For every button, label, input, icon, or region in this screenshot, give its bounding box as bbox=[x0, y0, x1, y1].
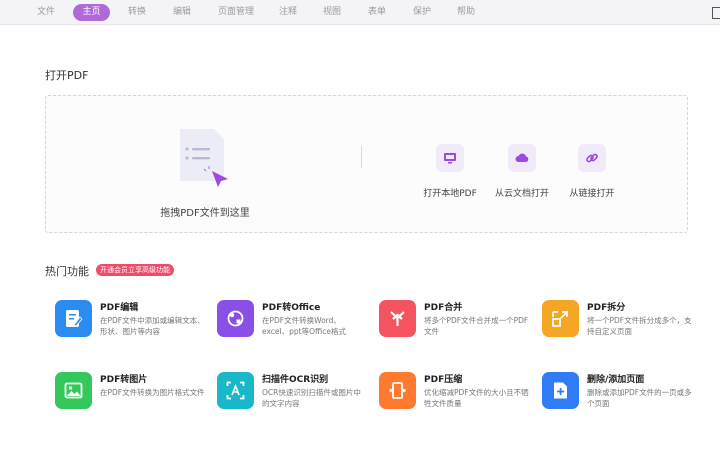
open-link-button[interactable]: 从链接打开 bbox=[555, 144, 629, 199]
monitor-icon bbox=[436, 144, 464, 172]
cloud-icon bbox=[508, 144, 536, 172]
link-icon bbox=[578, 144, 606, 172]
feature-delete-add-page[interactable]: 删除/添加页面 删除或添加PDF文件的一页或多个页面 bbox=[542, 372, 697, 416]
open-cloud-label: 从云文档打开 bbox=[494, 189, 549, 199]
open-local-label: 打开本地PDF bbox=[423, 189, 477, 199]
feature-pdf-split[interactable]: PDF拆分 将一个PDF文件拆分成多个，支持自定义页面 bbox=[542, 300, 697, 344]
vip-badge[interactable]: 开通会员立享高级功能 bbox=[96, 264, 174, 276]
feature-desc: 在PDF文件转换为图片格式文件 bbox=[100, 388, 205, 397]
divider bbox=[361, 146, 362, 168]
open-cloud-button[interactable]: 从云文档打开 bbox=[485, 144, 559, 199]
menu-page-manage[interactable]: 页面管理 bbox=[213, 4, 259, 21]
edit-doc-icon bbox=[55, 300, 92, 337]
feature-ocr[interactable]: 扫描件OCR识别 OCR快速识别扫描件或图片中的文字内容 bbox=[217, 372, 372, 416]
menu-protect[interactable]: 保护 bbox=[406, 4, 438, 21]
open-local-button[interactable]: 打开本地PDF bbox=[413, 144, 487, 199]
feature-title: PDF合并 bbox=[424, 303, 463, 313]
feature-pdf-edit[interactable]: PDF编辑 在PDF文件中添加或编辑文本、形状、图片等内容 bbox=[55, 300, 210, 344]
feature-desc: 在PDF文件中添加或编辑文本、形状、图片等内容 bbox=[100, 316, 205, 336]
merge-icon bbox=[379, 300, 416, 337]
open-pdf-title: 打开PDF bbox=[45, 69, 89, 82]
menu-edit[interactable]: 编辑 bbox=[166, 4, 198, 21]
hot-features-title: 热门功能 bbox=[45, 265, 89, 278]
menu-convert[interactable]: 转换 bbox=[121, 4, 153, 21]
feature-desc: OCR快速识别扫描件或图片中的文字内容 bbox=[262, 388, 361, 408]
feature-title: PDF拆分 bbox=[587, 303, 626, 313]
feature-desc: 优化缩减PDF文件的大小且不牺牲文件质量 bbox=[424, 388, 529, 408]
feature-pdf-to-office[interactable]: PDF转Office 在PDF文件转换Word、excel、ppt等Office… bbox=[217, 300, 372, 344]
menu-home[interactable]: 主页 bbox=[73, 4, 110, 21]
drop-zone[interactable]: 拖拽PDF文件到这里 打开本地PDF 从云文档打开 从链接打开 bbox=[45, 95, 688, 233]
menu-view[interactable]: 视图 bbox=[316, 4, 348, 21]
feature-pdf-to-image[interactable]: PDF转图片 在PDF文件转换为图片格式文件 bbox=[55, 372, 210, 416]
document-illustration-icon bbox=[180, 129, 228, 187]
menu-help[interactable]: 帮助 bbox=[450, 4, 482, 21]
open-link-label: 从链接打开 bbox=[569, 189, 615, 199]
feature-pdf-merge[interactable]: PDF合并 将多个PDF文件合并成一个PDF文件 bbox=[379, 300, 534, 344]
feature-desc: 将多个PDF文件合并成一个PDF文件 bbox=[424, 316, 529, 336]
image-icon bbox=[55, 372, 92, 409]
ocr-icon bbox=[217, 372, 254, 409]
feature-pdf-compress[interactable]: PDF压缩 优化缩减PDF文件的大小且不牺牲文件质量 bbox=[379, 372, 534, 416]
feature-title: 扫描件OCR识别 bbox=[262, 375, 329, 385]
menu-annotate[interactable]: 注释 bbox=[272, 4, 304, 21]
feature-desc: 删除或添加PDF文件的一页或多个页面 bbox=[587, 388, 692, 408]
compress-icon bbox=[379, 372, 416, 409]
convert-icon bbox=[217, 300, 254, 337]
menu-bar: 文件 主页 转换 编辑 页面管理 注释 视图 表单 保护 帮助 bbox=[0, 0, 720, 25]
feature-title: PDF压缩 bbox=[424, 375, 463, 385]
feature-title: PDF转图片 bbox=[100, 375, 148, 385]
feature-title: 删除/添加页面 bbox=[587, 375, 645, 385]
window-restore-icon[interactable] bbox=[710, 5, 720, 19]
menu-form[interactable]: 表单 bbox=[361, 4, 393, 21]
add-page-icon bbox=[542, 372, 579, 409]
feature-desc: 将一个PDF文件拆分成多个，支持自定义页面 bbox=[587, 316, 692, 336]
feature-desc: 在PDF文件转换Word、excel、ppt等Office格式 bbox=[262, 316, 346, 336]
split-icon bbox=[542, 300, 579, 337]
feature-title: PDF转Office bbox=[262, 303, 321, 313]
feature-title: PDF编辑 bbox=[100, 303, 139, 313]
drop-hint-text: 拖拽PDF文件到这里 bbox=[160, 208, 250, 219]
menu-file[interactable]: 文件 bbox=[30, 4, 62, 21]
